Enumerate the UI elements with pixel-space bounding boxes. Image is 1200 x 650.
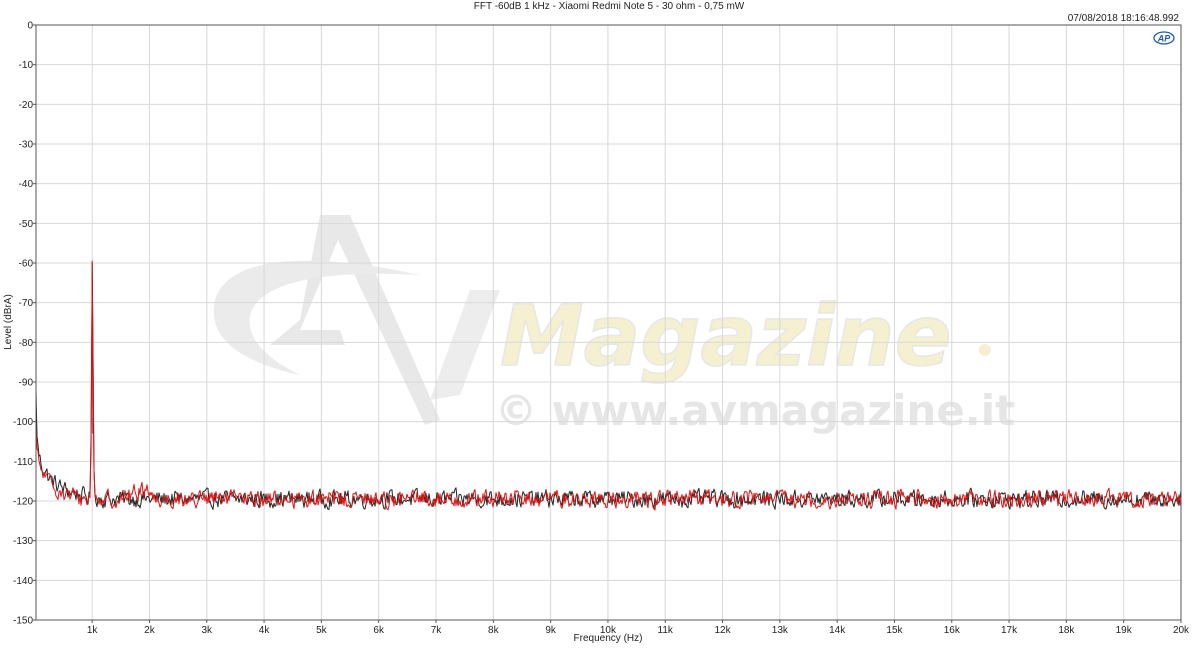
- y-tick-label: -50: [19, 219, 34, 230]
- avmagazine-watermark: Magazine © www.avmagazine.it: [213, 215, 1015, 435]
- fft-chart-svg: Magazine © www.avmagazine.it 0 -10 -20 -30 -…: [3, 1, 1190, 644]
- x-tick-label: 5k: [316, 625, 328, 636]
- x-tick-label: 7k: [431, 625, 443, 636]
- chart-title: FFT -60dB 1 kHz - Xiaomi Redmi Note 5 - …: [474, 1, 745, 12]
- y-tick-label: -110: [14, 457, 34, 468]
- y-tick-label: -150: [13, 616, 33, 627]
- chart-timestamp: 07/08/2018 18:16:48.992: [1068, 13, 1180, 24]
- x-tick-label: 17k: [1001, 625, 1018, 636]
- y-axis-ticks: 0 -10 -20 -30 -40 -50 -60 -70 -80 -90 -100 -110 -120…: [13, 21, 36, 627]
- x-tick-label: 2k: [144, 625, 156, 636]
- x-tick-label: 11k: [658, 625, 674, 636]
- x-tick-label: 12k: [714, 625, 731, 636]
- x-axis-title: Frequency (Hz): [574, 633, 643, 644]
- watermark-brand-text: Magazine: [500, 287, 952, 385]
- watermark-av-shape: [270, 215, 440, 425]
- x-tick-label: 4k: [259, 625, 271, 636]
- x-tick-label: 18k: [1058, 625, 1075, 636]
- watermark-dot: [979, 344, 991, 356]
- y-tick-label: -120: [13, 497, 33, 508]
- x-tick-label: 13k: [772, 625, 789, 636]
- x-tick-label: 14k: [829, 625, 846, 636]
- y-tick-label: -70: [19, 298, 34, 309]
- y-tick-label: -100: [13, 417, 33, 428]
- x-tick-label: 19k: [1116, 625, 1133, 636]
- x-tick-label: 3k: [201, 625, 213, 636]
- fft-chart: Magazine © www.avmagazine.it 0 -10 -20 -30 -…: [0, 0, 1200, 645]
- y-tick-label: 0: [27, 21, 33, 32]
- x-tick-label: 8k: [488, 625, 500, 636]
- watermark-url-text: © www.avmagazine.it: [495, 386, 1015, 435]
- y-tick-label: -80: [19, 338, 34, 349]
- x-tick-label: 1k: [87, 625, 99, 636]
- ap-logo: AP: [1153, 31, 1175, 45]
- y-tick-label: -140: [13, 576, 33, 587]
- x-tick-label: 9k: [545, 625, 557, 636]
- y-axis-title: Level (dBrA): [3, 294, 14, 350]
- y-tick-label: -30: [19, 140, 34, 151]
- x-tick-label: 16k: [944, 625, 961, 636]
- y-tick-label: -130: [13, 536, 33, 547]
- x-tick-label: 6k: [373, 625, 385, 636]
- ap-logo-label: AP: [1157, 34, 1171, 44]
- watermark-v-shape: [430, 290, 500, 400]
- y-tick-label: -40: [19, 179, 34, 190]
- x-tick-label: 15k: [886, 625, 903, 636]
- y-tick-label: -10: [19, 60, 34, 71]
- x-tick-label: 20k: [1173, 625, 1190, 636]
- y-tick-label: -90: [19, 378, 34, 389]
- y-tick-label: -20: [19, 100, 34, 111]
- y-tick-label: -60: [19, 259, 34, 270]
